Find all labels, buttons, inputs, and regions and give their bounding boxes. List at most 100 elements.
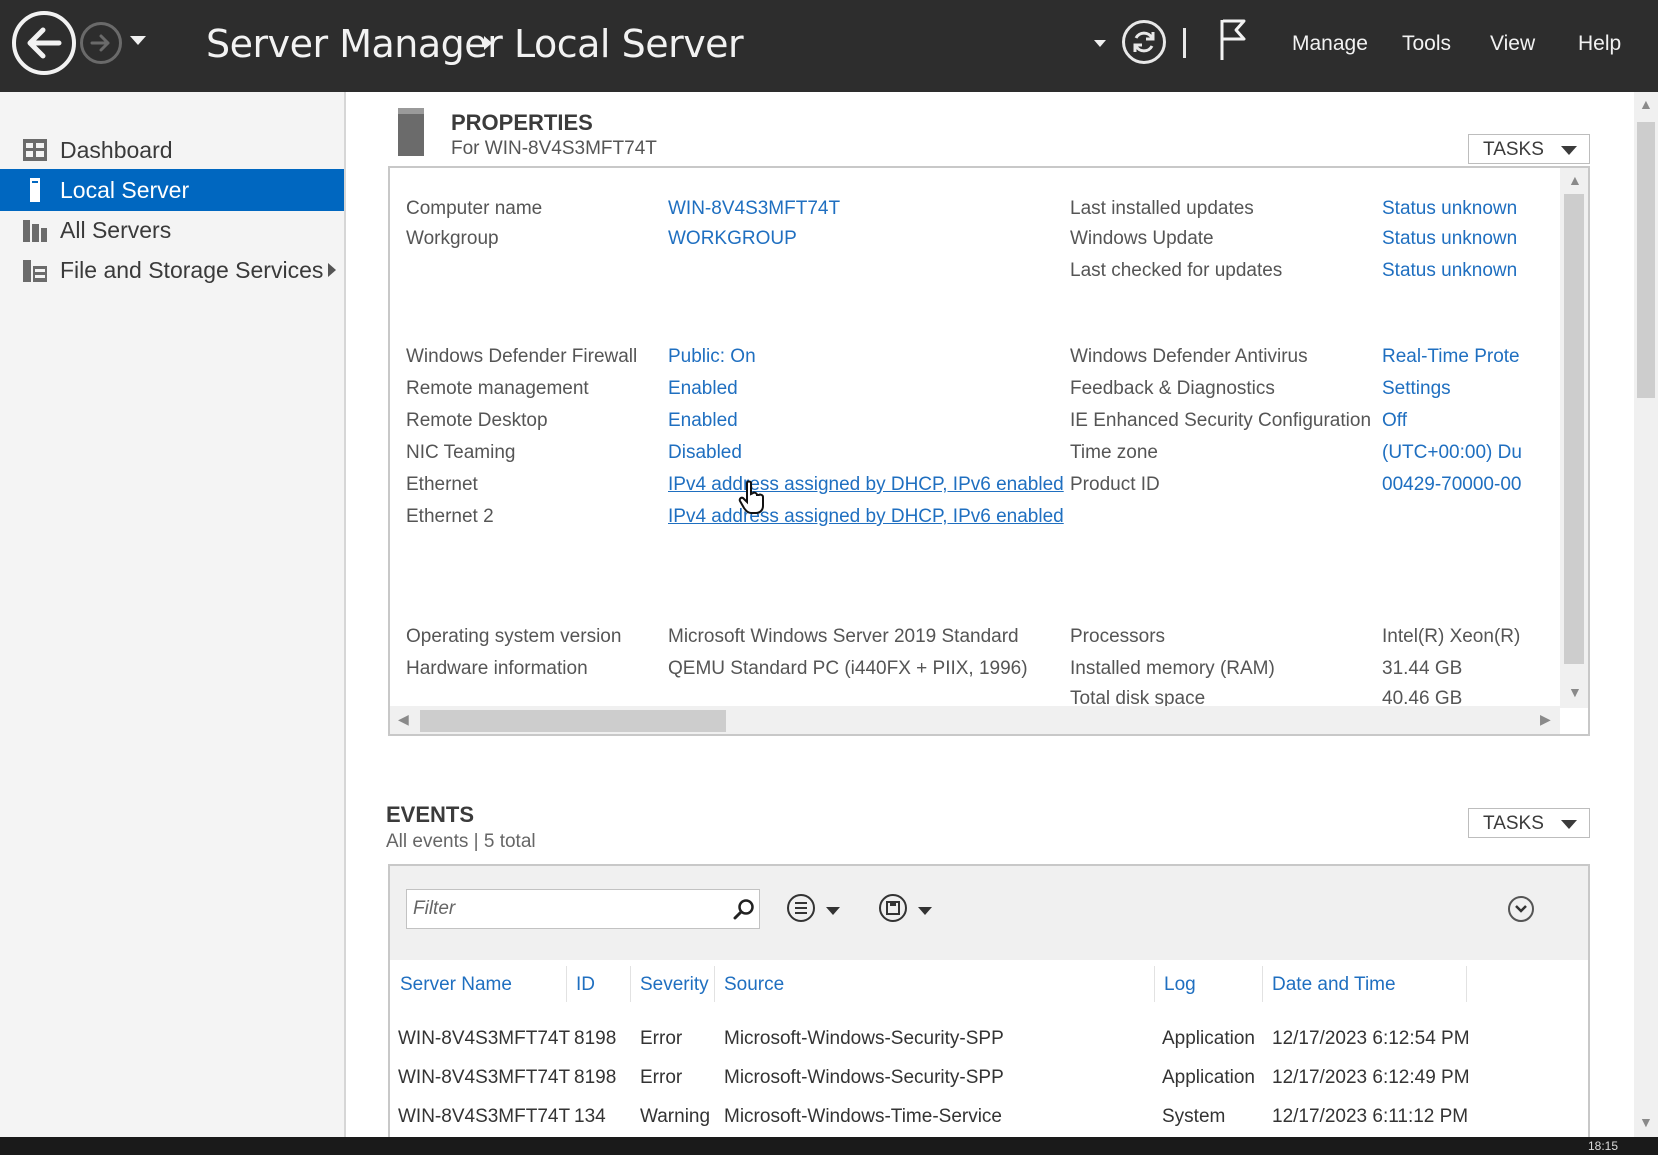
- sidebar-item-all-servers[interactable]: All Servers: [0, 209, 344, 251]
- col-server-name[interactable]: Server Name: [400, 974, 512, 996]
- cell-severity: Warning: [640, 1106, 711, 1127]
- prop-value-time-zone[interactable]: (UTC+00:00) Du: [1382, 442, 1522, 464]
- col-divider[interactable]: [714, 966, 715, 1002]
- scroll-right-icon[interactable]: ▶: [1540, 711, 1551, 728]
- prop-value-windows-update[interactable]: Status unknown: [1382, 228, 1517, 250]
- scroll-up-icon[interactable]: ▲: [1568, 172, 1582, 188]
- prop-value-ie-esc[interactable]: Off: [1382, 410, 1407, 432]
- properties-horizontal-scrollbar[interactable]: ◀ ▶: [390, 706, 1560, 734]
- menu-tools[interactable]: Tools: [1402, 32, 1451, 56]
- notifications-flag-icon[interactable]: [1218, 18, 1248, 67]
- expand-collapse-button[interactable]: [1508, 896, 1534, 922]
- back-button[interactable]: [12, 11, 76, 75]
- scrollbar-thumb[interactable]: [1564, 194, 1584, 664]
- page-title: Local Server: [514, 22, 744, 66]
- refresh-dropdown[interactable]: [1094, 40, 1106, 47]
- prop-value-last-installed-updates[interactable]: Status unknown: [1382, 198, 1517, 220]
- prop-value-memory: 31.44 GB: [1382, 658, 1463, 679]
- sidebar-item-label: All Servers: [60, 217, 172, 243]
- toolbar-divider: [1183, 28, 1186, 58]
- sidebar-item-local-server[interactable]: Local Server: [0, 169, 344, 211]
- col-divider[interactable]: [1466, 966, 1467, 1002]
- refresh-button[interactable]: [1122, 20, 1166, 64]
- prop-value-computer-name[interactable]: WIN-8V4S3MFT74T: [668, 198, 840, 220]
- properties-vertical-scrollbar[interactable]: ▲ ▼: [1560, 168, 1588, 708]
- cell-id: 8198: [574, 1067, 617, 1088]
- menu-view[interactable]: View: [1490, 32, 1535, 56]
- col-source[interactable]: Source: [724, 974, 784, 996]
- scrollbar-thumb[interactable]: [1637, 122, 1655, 398]
- table-row[interactable]: WIN-8V4S3MFT74T 134 Warning Microsoft-Wi…: [390, 1100, 1588, 1137]
- scroll-left-icon[interactable]: ◀: [398, 711, 409, 728]
- prop-label-windows-update: Windows Update: [1070, 228, 1214, 249]
- arrow-left-icon: [27, 27, 62, 59]
- prop-value-nic-teaming[interactable]: Disabled: [668, 442, 742, 464]
- prop-value-last-checked-updates[interactable]: Status unknown: [1382, 260, 1517, 282]
- sidebar-item-label: Dashboard: [60, 137, 173, 163]
- cell-date-time: 12/17/2023 6:12:54 PM: [1272, 1028, 1470, 1049]
- tasks-label: TASKS: [1483, 139, 1544, 160]
- chevron-down-icon: [1561, 146, 1577, 155]
- prop-value-firewall[interactable]: Public: On: [668, 346, 756, 368]
- scroll-down-icon[interactable]: ▼: [1568, 684, 1582, 700]
- col-divider[interactable]: [1262, 966, 1263, 1002]
- prop-value-os-version: Microsoft Windows Server 2019 Standard: [668, 626, 1019, 647]
- cell-server-name: WIN-8V4S3MFT74T: [398, 1106, 571, 1127]
- sidebar: Dashboard Local Server All Servers File …: [0, 92, 346, 1137]
- cell-server-name: WIN-8V4S3MFT74T: [398, 1067, 571, 1088]
- prop-value-feedback[interactable]: Settings: [1382, 378, 1451, 400]
- main-vertical-scrollbar[interactable]: ▲ ▼: [1634, 92, 1658, 1137]
- prop-value-remote-management[interactable]: Enabled: [668, 378, 738, 400]
- col-date-time[interactable]: Date and Time: [1272, 974, 1396, 996]
- taskbar-clock[interactable]: 18:15: [1588, 1139, 1618, 1153]
- prop-value-remote-desktop[interactable]: Enabled: [668, 410, 738, 432]
- cell-source: Microsoft-Windows-Security-SPP: [724, 1028, 1004, 1049]
- prop-value-workgroup[interactable]: WORKGROUP: [668, 228, 797, 250]
- list-options-icon[interactable]: [786, 893, 816, 923]
- list-options-dropdown[interactable]: [826, 907, 840, 915]
- tasks-label: TASKS: [1483, 813, 1544, 834]
- prop-value-disk-space: 40.46 GB: [1382, 688, 1463, 708]
- menu-help[interactable]: Help: [1578, 32, 1621, 56]
- arrow-right-icon: [90, 34, 110, 52]
- save-query-icon[interactable]: [878, 893, 908, 923]
- prop-label-workgroup: Workgroup: [406, 228, 499, 249]
- cell-log: Application: [1162, 1028, 1255, 1049]
- nav-history-dropdown[interactable]: [130, 36, 146, 45]
- col-severity[interactable]: Severity: [640, 974, 709, 996]
- main-content: PROPERTIES For WIN-8V4S3MFT74T TASKS Com…: [348, 92, 1634, 1137]
- forward-button[interactable]: [80, 22, 122, 64]
- prop-value-product-id[interactable]: 00429-70000-00: [1382, 474, 1521, 496]
- prop-label-antivirus: Windows Defender Antivirus: [1070, 346, 1308, 367]
- col-divider[interactable]: [566, 966, 567, 1002]
- events-toolbar: [390, 866, 1588, 960]
- scroll-down-icon[interactable]: ▼: [1639, 1114, 1653, 1130]
- properties-tasks-button[interactable]: TASKS: [1468, 134, 1590, 164]
- prop-value-ethernet[interactable]: IPv4 address assigned by DHCP, IPv6 enab…: [668, 474, 1064, 496]
- breadcrumb-separator-icon: [484, 36, 492, 50]
- table-row[interactable]: WIN-8V4S3MFT74T 8198 Error Microsoft-Win…: [390, 1022, 1588, 1060]
- prop-label-remote-management: Remote management: [406, 378, 589, 399]
- events-tasks-button[interactable]: TASKS: [1468, 808, 1590, 838]
- filter-input[interactable]: [413, 896, 713, 922]
- chevron-right-icon[interactable]: [328, 263, 336, 277]
- filter-box[interactable]: [406, 889, 760, 929]
- menu-manage[interactable]: Manage: [1292, 32, 1368, 56]
- col-divider[interactable]: [630, 966, 631, 1002]
- col-divider[interactable]: [1154, 966, 1155, 1002]
- col-log[interactable]: Log: [1164, 974, 1196, 996]
- title-bar: Server Manager Local Server Manage Tools…: [0, 0, 1658, 92]
- sidebar-item-file-storage[interactable]: File and Storage Services: [0, 249, 344, 291]
- table-row[interactable]: WIN-8V4S3MFT74T 8198 Error Microsoft-Win…: [390, 1061, 1588, 1099]
- prop-value-ethernet-2[interactable]: IPv4 address assigned by DHCP, IPv6 enab…: [668, 506, 1064, 528]
- search-icon[interactable]: [733, 898, 755, 920]
- sidebar-item-dashboard[interactable]: Dashboard: [0, 129, 344, 171]
- cell-source: Microsoft-Windows-Security-SPP: [724, 1067, 1004, 1088]
- taskbar: 18:15: [0, 1137, 1658, 1155]
- server-properties-icon: [398, 108, 424, 156]
- col-id[interactable]: ID: [576, 974, 595, 996]
- scroll-up-icon[interactable]: ▲: [1639, 96, 1653, 112]
- save-query-dropdown[interactable]: [918, 907, 932, 915]
- prop-value-antivirus[interactable]: Real-Time Prote: [1382, 346, 1520, 368]
- scrollbar-thumb[interactable]: [420, 710, 726, 732]
